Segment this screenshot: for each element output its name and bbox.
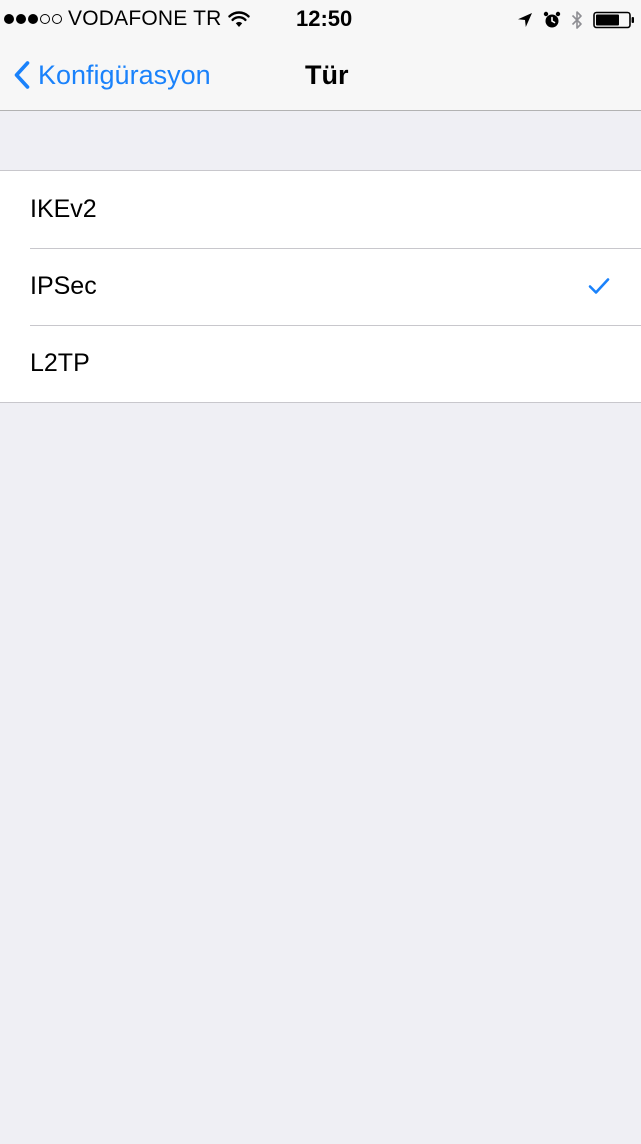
status-bar: VODAFONE TR 12:50 bbox=[0, 0, 641, 40]
wifi-icon bbox=[227, 10, 250, 28]
status-time: 12:50 bbox=[296, 6, 353, 31]
back-button[interactable]: Konfigürasyon bbox=[14, 57, 211, 93]
option-row-ikev2[interactable]: IKEv2 bbox=[0, 171, 641, 248]
bluetooth-icon bbox=[571, 10, 583, 30]
signal-dot bbox=[28, 14, 38, 24]
option-label: IPSec bbox=[30, 272, 97, 300]
alarm-icon bbox=[543, 11, 561, 29]
signal-strength-icon bbox=[4, 14, 64, 24]
signal-dot bbox=[40, 14, 50, 24]
status-right bbox=[517, 7, 635, 33]
signal-dot bbox=[16, 14, 26, 24]
option-row-ipsec[interactable]: IPSec bbox=[0, 248, 641, 325]
signal-dot bbox=[4, 14, 14, 24]
option-label: IKEv2 bbox=[30, 195, 97, 223]
status-left: VODAFONE TR bbox=[4, 6, 250, 32]
checkmark-icon bbox=[588, 278, 610, 294]
location-icon bbox=[517, 12, 533, 28]
battery-icon bbox=[593, 11, 635, 29]
top-bar: VODAFONE TR 12:50 Konfigürasyon Tür bbox=[0, 0, 641, 111]
type-options-list: IKEv2 IPSec L2TP bbox=[0, 170, 641, 403]
signal-dot bbox=[52, 14, 62, 24]
chevron-left-icon bbox=[14, 61, 30, 89]
back-button-label: Konfigürasyon bbox=[38, 60, 211, 90]
navigation-bar: Konfigürasyon Tür bbox=[0, 40, 641, 110]
page-title: Tür bbox=[305, 60, 349, 90]
carrier-name: VODAFONE TR bbox=[68, 7, 222, 30]
option-row-l2tp[interactable]: L2TP bbox=[0, 325, 641, 402]
option-label: L2TP bbox=[30, 349, 90, 377]
